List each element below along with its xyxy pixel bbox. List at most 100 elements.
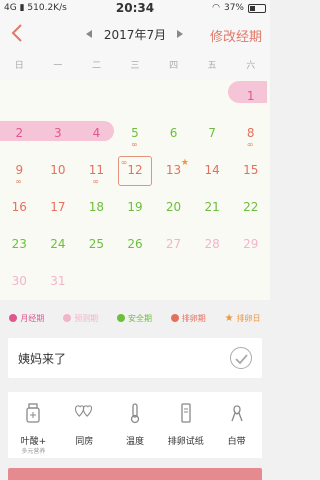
bottle-icon xyxy=(22,402,44,423)
day-number: 31 xyxy=(50,274,66,288)
day-number: 30 xyxy=(11,274,27,288)
weekday-label: 三 xyxy=(130,61,140,71)
calendar-day[interactable]: 19 xyxy=(116,189,155,226)
check-icon[interactable] xyxy=(230,347,252,369)
bottom-bar[interactable] xyxy=(8,468,262,480)
day-number: 3 xyxy=(54,126,62,140)
tool-hearts[interactable]: 同房 xyxy=(59,392,110,458)
calendar-day[interactable]: 2 xyxy=(0,115,39,152)
day-number: 26 xyxy=(127,237,143,251)
tool-label: 温度 xyxy=(125,437,144,447)
battery-icon xyxy=(248,3,266,13)
header: 2017年7月 修改经期 xyxy=(0,17,270,52)
day-number: 25 xyxy=(88,237,105,251)
status-bar: 4G ▮ 510.2K/s 20:34 ◠ 37% xyxy=(0,0,270,17)
star-icon: ★ xyxy=(224,312,234,324)
next-month-icon[interactable] xyxy=(177,30,183,38)
legend-item: ★ 排卵日 xyxy=(225,313,261,324)
calendar-day[interactable]: 22 xyxy=(231,189,270,226)
calendar-day[interactable]: 29 xyxy=(231,226,270,263)
day-number: 24 xyxy=(50,237,66,251)
record-tools: 叶酸+ 多元营养同房 温度 排卵试纸 白带 xyxy=(8,392,262,458)
tool-test-strip[interactable]: 排卵试纸 xyxy=(160,392,211,458)
ovulation-day-star-icon: ★ xyxy=(180,158,189,168)
legend-item: 排卵期 xyxy=(170,313,206,324)
day-number: 6 xyxy=(169,126,178,140)
day-number: 17 xyxy=(50,200,66,214)
period-start-label: 姨妈来了 xyxy=(18,352,67,366)
day-number: 2 xyxy=(15,126,24,140)
calendar-day[interactable]: 1 xyxy=(231,78,270,115)
legend-dot-icon xyxy=(9,314,18,322)
intimacy-icon: ∞ xyxy=(246,140,254,149)
weekday-label: 六 xyxy=(246,61,256,71)
calendar-day[interactable]: 24 xyxy=(39,226,78,263)
calendar-day[interactable]: 14 xyxy=(193,152,232,189)
calendar-day[interactable]: 21 xyxy=(193,189,232,226)
day-number: 14 xyxy=(204,163,220,177)
intimacy-icon: ∞ xyxy=(92,177,100,186)
legend-label: 月经期 xyxy=(20,313,45,323)
legend-dot-icon xyxy=(170,314,179,322)
day-number: 28 xyxy=(204,237,220,251)
tool-thermometer[interactable]: 温度 xyxy=(110,392,161,458)
battery-fill xyxy=(250,5,256,11)
intimacy-icon: ∞ xyxy=(15,177,22,186)
day-number: 10 xyxy=(50,163,66,177)
legend-dot-icon xyxy=(116,314,125,322)
calendar-day[interactable]: 15 xyxy=(231,152,270,189)
battery-percent: 37% xyxy=(223,3,244,13)
ribbon-icon xyxy=(226,402,248,422)
calendar-day[interactable]: 16 xyxy=(0,189,39,226)
day-number: 21 xyxy=(204,200,220,214)
day-number: 4 xyxy=(92,126,101,140)
period-start-card[interactable]: 姨妈来了 xyxy=(8,338,262,378)
thermometer-icon xyxy=(124,402,146,424)
calendar-day[interactable]: 3 xyxy=(39,115,78,152)
legend-label: 安全期 xyxy=(127,313,152,323)
calendar-day[interactable]: 28 xyxy=(193,226,232,263)
calendar-day[interactable]: 26 xyxy=(116,226,155,263)
calendar-day[interactable]: 30 xyxy=(0,263,39,300)
calendar-day[interactable]: 20 xyxy=(154,189,193,226)
root: { "status_bar": {"network": "4G", "speed… xyxy=(0,0,270,480)
legend-item: 月经期 xyxy=(9,313,44,324)
legend-label: 排卵日 xyxy=(236,313,261,323)
legend: 月经期 预测期 安全期 排卵期 ★ 排卵日 xyxy=(0,306,270,330)
legend-dot-icon xyxy=(63,314,72,322)
calendar-day[interactable]: 17 xyxy=(39,189,78,226)
edit-period-button[interactable]: 修改经期 xyxy=(210,26,262,45)
tool-bottle[interactable]: 叶酸+ 多元营养 xyxy=(8,392,59,458)
weekday-label: 五 xyxy=(207,61,217,71)
legend-label: 预测期 xyxy=(74,313,99,323)
tool-label: 同房 xyxy=(75,437,94,447)
weekday-label: 四 xyxy=(169,61,179,71)
tool-ribbon[interactable]: 白带 xyxy=(211,392,262,458)
calendar-day[interactable]: 4 xyxy=(77,115,116,152)
tool-label: 排卵试纸 xyxy=(167,437,204,447)
day-number: 27 xyxy=(165,237,182,251)
calendar-day[interactable]: 10 xyxy=(39,152,78,189)
calendar-day[interactable]: 7 xyxy=(193,115,232,152)
status-right: ◠ 37% xyxy=(212,3,266,13)
day-number: 1 xyxy=(246,89,255,103)
legend-item: 预测期 xyxy=(63,313,98,324)
calendar-day[interactable]: 6 xyxy=(154,115,193,152)
calendar-day[interactable]: 18 xyxy=(77,189,116,226)
wifi-icon: ◠ xyxy=(212,3,220,13)
tool-label: 白带 xyxy=(227,437,246,447)
day-number: 20 xyxy=(165,200,182,214)
weekday-label: 日 xyxy=(14,61,24,71)
calendar-day[interactable]: 25 xyxy=(77,226,116,263)
weekday-row: 日一二三四五六 xyxy=(0,52,270,80)
day-number: 19 xyxy=(127,200,143,214)
calendar-day[interactable]: 23 xyxy=(0,226,39,263)
weekday-label: 二 xyxy=(91,61,101,71)
calendar-day[interactable]: 31 xyxy=(39,263,78,300)
calendar-grid: 1 2 3 4 5 ∞ 6 7 8 ∞ 9 ∞ 10 11 ∞ 12 ∞ 13 ★ 14 15 16 17 18 19 20 21 2… xyxy=(0,80,270,300)
calendar-day[interactable]: 27 xyxy=(154,226,193,263)
test-strip-icon xyxy=(175,402,197,423)
intimacy-icon: ∞ xyxy=(120,158,128,167)
legend-item: 安全期 xyxy=(116,313,152,324)
day-number: 15 xyxy=(243,163,259,177)
